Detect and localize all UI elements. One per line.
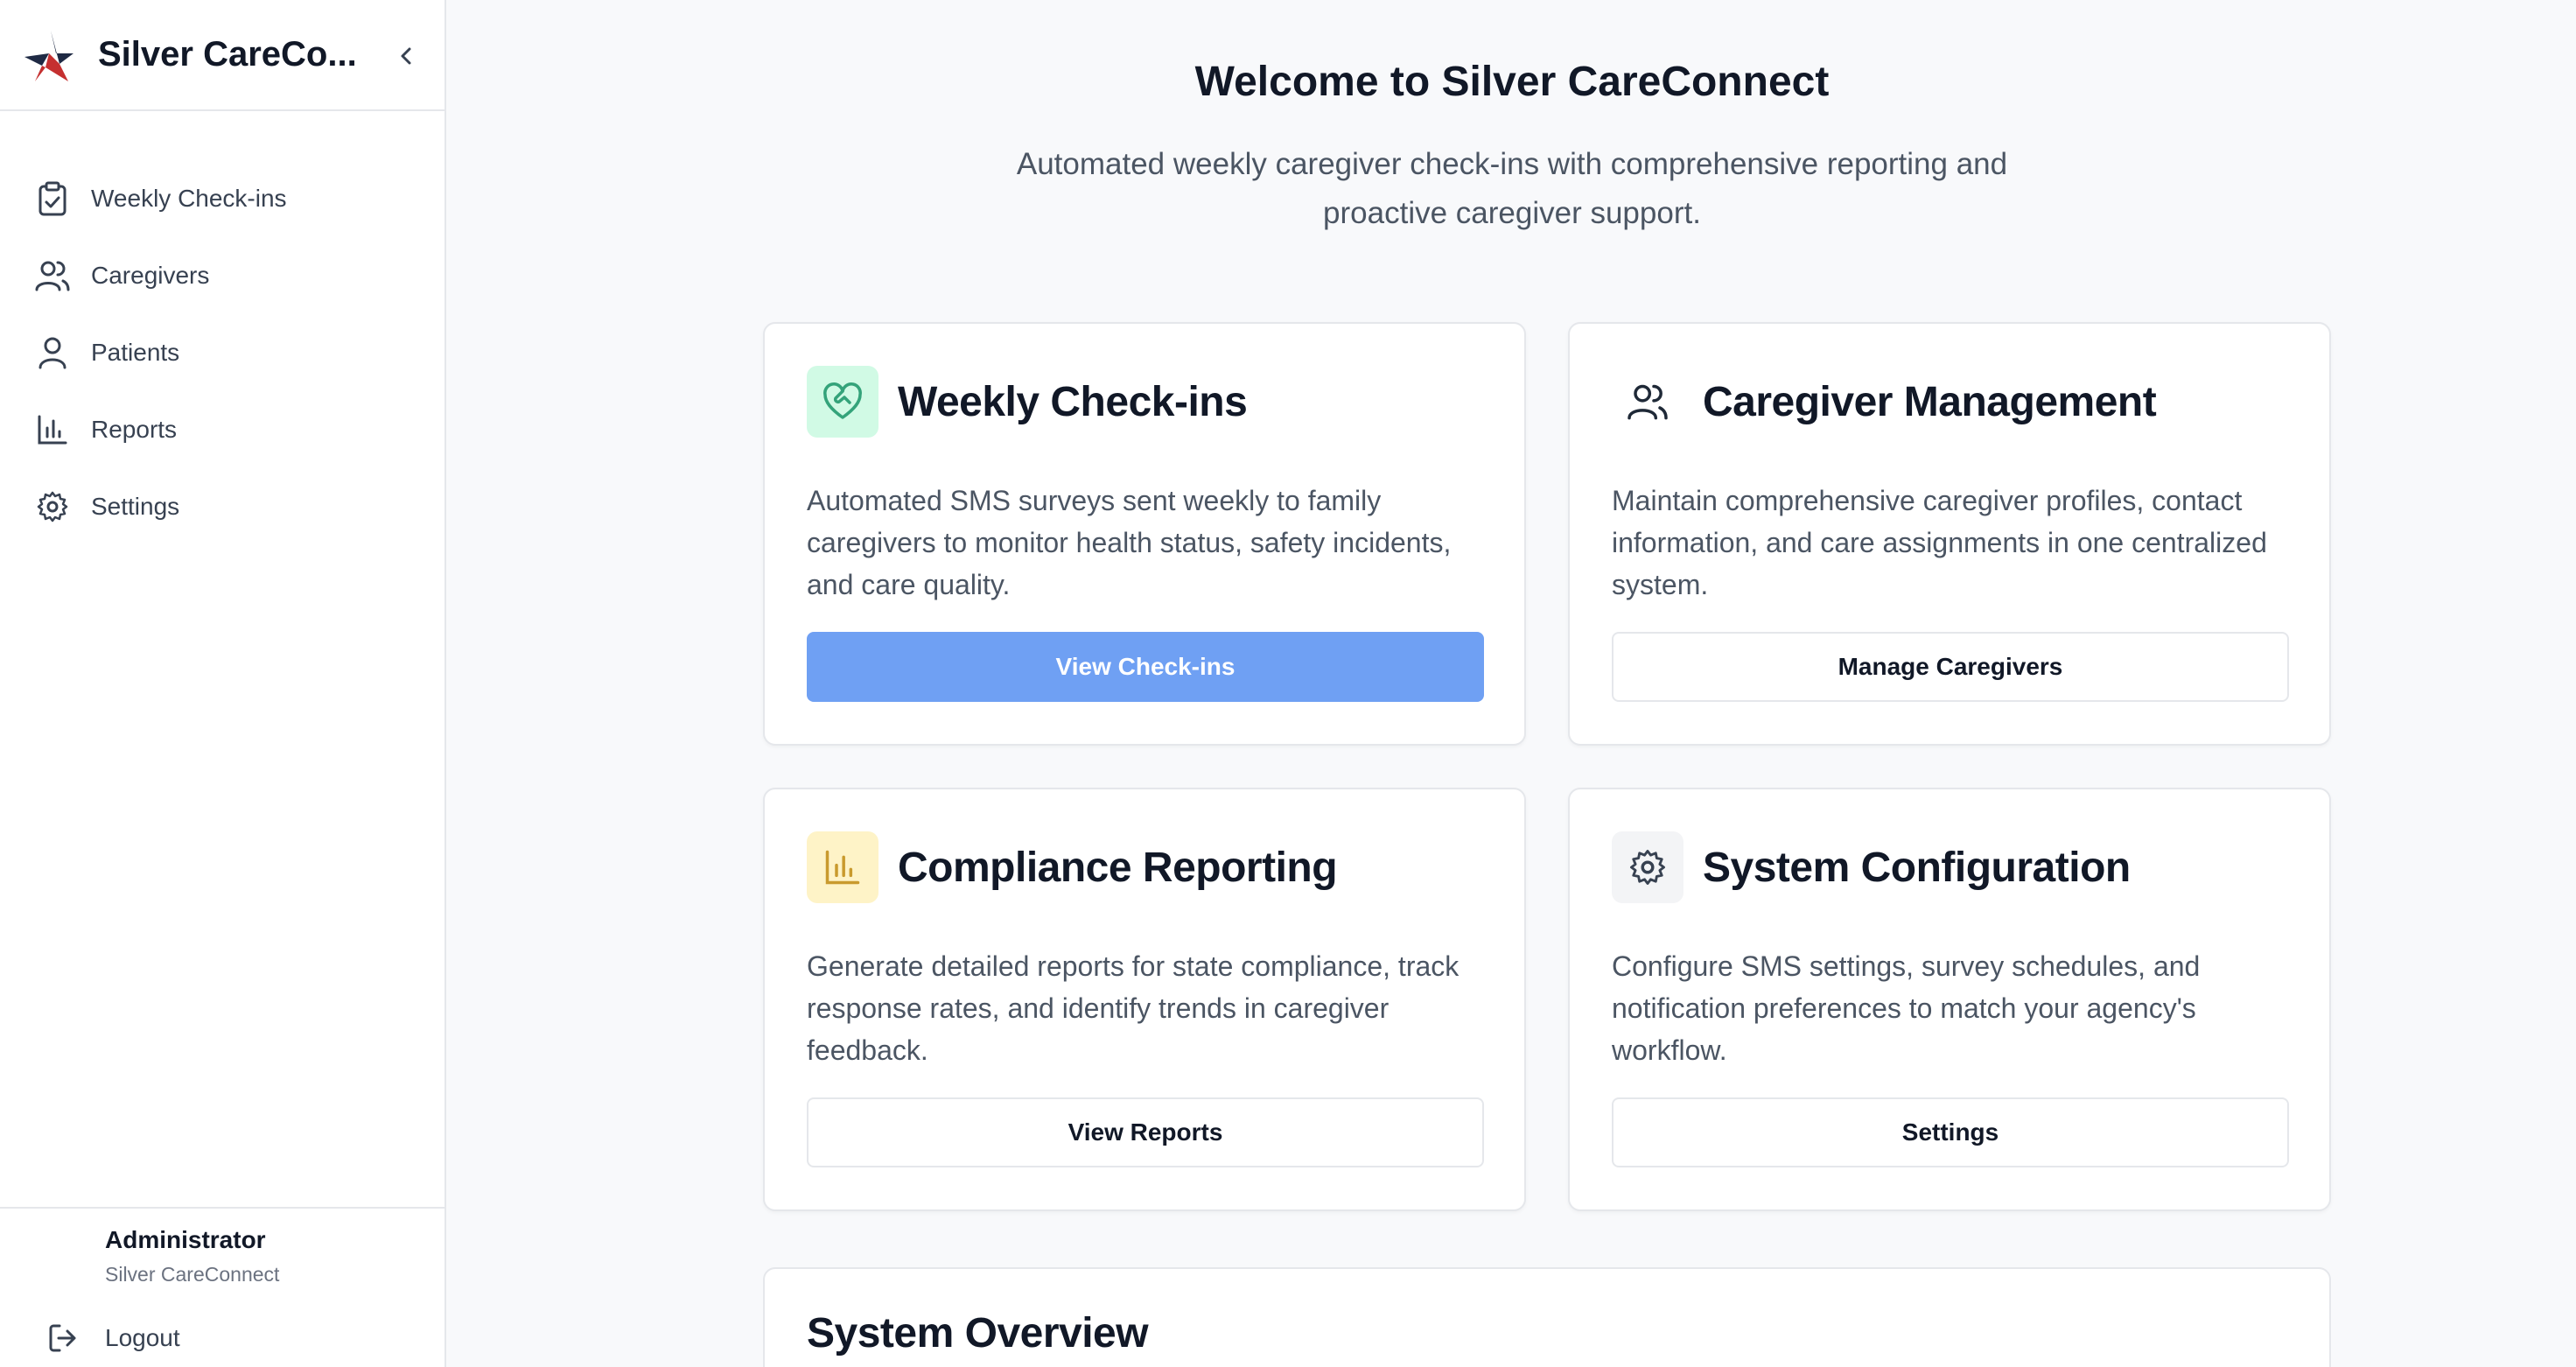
sidebar-header: Silver CareCo... <box>0 0 444 111</box>
sidebar-nav: Weekly Check-ins Caregivers Patients Rep… <box>0 111 444 545</box>
app-title: Silver CareCo... <box>98 35 357 74</box>
card-description: Automated SMS surveys sent weekly to fam… <box>807 485 1452 600</box>
sidebar-item-caregivers[interactable]: Caregivers <box>0 237 444 314</box>
sidebar-item-label: Caregivers <box>91 262 210 289</box>
card-title: Weekly Check-ins <box>898 379 1248 425</box>
sidebar-item-label: Weekly Check-ins <box>91 185 287 212</box>
bar-chart-icon <box>35 412 70 447</box>
page-subtitle: Automated weekly caregiver check-ins wit… <box>1016 147 2008 230</box>
sidebar-item-label: Patients <box>91 339 180 366</box>
caregiver-management-card: Caregiver Management Maintain comprehens… <box>1568 322 2331 746</box>
sidebar-footer: Administrator Silver CareConnect Logout <box>0 1207 444 1367</box>
logout-icon <box>46 1321 80 1356</box>
logout-button[interactable]: Logout <box>46 1321 180 1356</box>
sidebar-item-reports[interactable]: Reports <box>0 391 444 468</box>
heart-handshake-icon <box>807 366 878 438</box>
user-name: Administrator <box>105 1226 266 1253</box>
sidebar: Silver CareCo... Weekly Check-ins Caregi… <box>0 0 446 1367</box>
card-title: Caregiver Management <box>1703 379 2157 425</box>
collapse-sidebar-button[interactable] <box>390 40 422 72</box>
main-content: Welcome to Silver CareConnect Automated … <box>448 0 2576 1367</box>
sidebar-item-patients[interactable]: Patients <box>0 314 444 391</box>
users-icon <box>1612 366 1684 438</box>
sidebar-item-label: Settings <box>91 493 180 520</box>
user-icon <box>35 335 70 370</box>
card-description: Generate detailed reports for state comp… <box>807 950 1460 1066</box>
gear-icon <box>1612 831 1684 903</box>
chevron-left-icon <box>401 47 411 65</box>
overview-title: System Overview <box>807 1310 1149 1356</box>
settings-button[interactable]: Settings <box>1612 1097 2289 1167</box>
clipboard-check-icon <box>35 181 70 216</box>
weekly-checkins-card: Weekly Check-ins Automated SMS surveys s… <box>763 322 1526 746</box>
card-description: Maintain comprehensive caregiver profile… <box>1612 485 2267 600</box>
bar-chart-icon <box>807 831 878 903</box>
compliance-reporting-card: Compliance Reporting Generate detailed r… <box>763 788 1526 1211</box>
card-title: System Configuration <box>1703 845 2131 891</box>
star-logo-icon <box>24 30 74 81</box>
card-description: Configure SMS settings, survey schedules… <box>1612 950 2201 1066</box>
gear-icon <box>35 489 70 524</box>
page-title: Welcome to Silver CareConnect <box>1194 59 1830 105</box>
sidebar-item-label: Reports <box>91 416 178 443</box>
system-configuration-card: System Configuration Configure SMS setti… <box>1568 788 2331 1211</box>
manage-caregivers-button[interactable]: Manage Caregivers <box>1612 632 2289 702</box>
view-reports-button[interactable]: View Reports <box>807 1097 1484 1167</box>
users-icon <box>35 258 70 293</box>
card-title: Compliance Reporting <box>898 845 1338 891</box>
user-org: Silver CareConnect <box>105 1263 280 1286</box>
sidebar-item-settings[interactable]: Settings <box>0 468 444 545</box>
logout-label: Logout <box>105 1324 180 1351</box>
sidebar-item-weekly-checkins[interactable]: Weekly Check-ins <box>0 160 444 237</box>
system-overview-card: System Overview <box>763 1267 2331 1367</box>
view-checkins-button[interactable]: View Check-ins <box>807 632 1484 702</box>
